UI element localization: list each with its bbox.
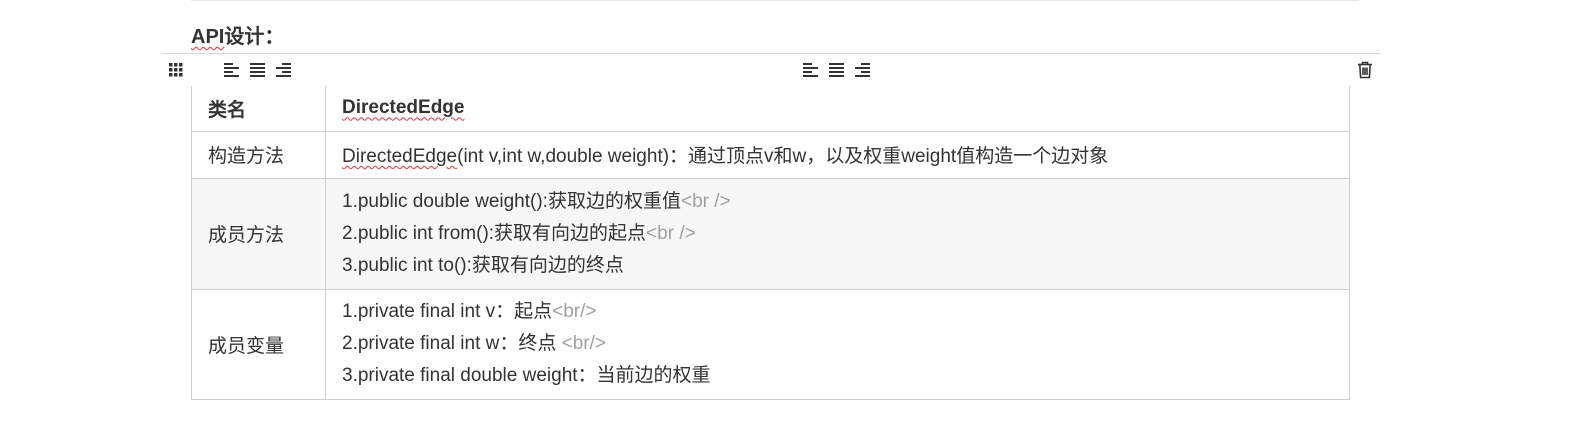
table-cell-value[interactable]: 1.private final int v：起点<br/> 2.private … (325, 288, 1350, 400)
section-heading: API设计： (191, 24, 284, 50)
align-center-icon[interactable] (829, 63, 845, 78)
table-row: 构造方法 DirectedEdge(int v,int w,double wei… (191, 130, 1350, 179)
table-cell-key[interactable]: 成员方法 (191, 177, 326, 290)
table-cell-key[interactable]: 构造方法 (191, 130, 326, 179)
method-line: 3.public int to():获取有向边的终点 (342, 250, 1333, 282)
field-text: 2.private final int w：终点 (342, 333, 562, 354)
table-cell-key[interactable]: 类名 (191, 86, 326, 132)
align-right-icon[interactable] (276, 63, 292, 78)
method-text: 2.public int from():获取有向边的起点 (342, 222, 647, 244)
heading-prefix: API (191, 26, 225, 48)
br-tag: <br /> (646, 222, 696, 244)
trash-icon[interactable] (1357, 61, 1373, 79)
method-line: 2.public int from():获取有向边的起点<br /> (342, 218, 1333, 250)
constructor-signature: (int v,int w,double weight)：通过顶点v和w，以及权重… (457, 146, 1109, 167)
br-tag: <br /> (680, 190, 731, 212)
table-row: 成员变量 1.private final int v：起点<br/> 2.pri… (191, 288, 1350, 400)
align-right-icon[interactable] (855, 63, 871, 78)
table-cell-value[interactable]: 1.public double weight():获取边的权重值<br /> 2… (325, 177, 1350, 290)
field-text: 3.private final double weight：当前边的权重 (342, 365, 711, 386)
table-cell-key[interactable]: 成员变量 (191, 288, 326, 400)
table-row: 类名 DirectedEdge (191, 86, 1350, 132)
top-divider (191, 0, 1359, 1)
align-left-icon[interactable] (803, 63, 819, 78)
field-text: 1.private final int v：起点 (342, 301, 553, 322)
method-text: 1.public double weight():获取边的权重值 (342, 190, 681, 212)
method-text: 3.public int to():获取有向边的终点 (342, 254, 624, 276)
table-row: 成员方法 1.public double weight():获取边的权重值<br… (191, 177, 1350, 290)
field-line: 3.private final double weight：当前边的权重 (342, 360, 1333, 392)
table-cell-value[interactable]: DirectedEdge(int v,int w,double weight)：… (325, 131, 1350, 179)
br-tag: <br/> (561, 333, 607, 354)
api-table: 类名 DirectedEdge 构造方法 DirectedEdge(int v,… (191, 86, 1350, 400)
align-center-icon[interactable] (250, 63, 266, 78)
align-left-icon[interactable] (224, 63, 240, 78)
method-line: 1.public double weight():获取边的权重值<br /> (342, 186, 1333, 218)
field-line: 2.private final int w：终点 <br/> (342, 328, 1333, 360)
table-cell-value[interactable]: DirectedEdge (325, 86, 1350, 132)
class-name: DirectedEdge (342, 97, 465, 119)
br-tag: <br/> (552, 301, 597, 322)
field-line: 1.private final int v：起点<br/> (342, 296, 1333, 328)
grip-handle-icon[interactable] (169, 63, 183, 77)
table-toolbar-divider (162, 53, 1380, 54)
heading-suffix: 设计： (224, 26, 285, 48)
constructor-name: DirectedEdge (342, 146, 458, 167)
